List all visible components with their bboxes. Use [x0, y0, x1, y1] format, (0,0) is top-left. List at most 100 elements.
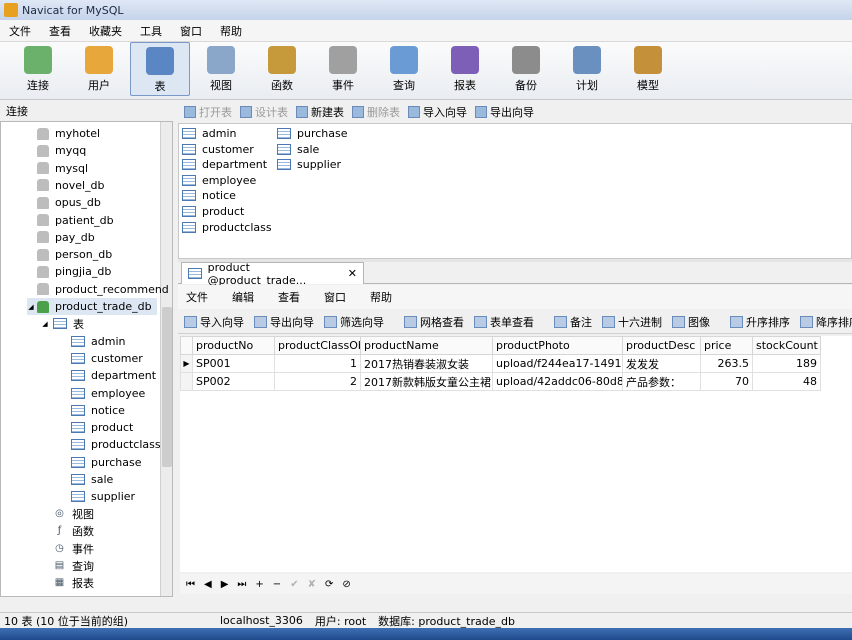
menu-help[interactable]: 帮助 — [211, 23, 251, 39]
tree-db-product-trade-db[interactable]: ◢ product_trade_db — [27, 298, 157, 315]
tree-node-query[interactable]: ▤ 查询 — [53, 558, 94, 575]
tree-node-view[interactable]: ◎ 视图 — [53, 506, 94, 523]
tree-table-sale[interactable]: sale — [71, 471, 113, 488]
toolbar-button-connection[interactable]: 连接 — [8, 42, 68, 96]
tree-db-myhotel[interactable]: myhotel — [37, 125, 100, 142]
grid-cell[interactable]: 70 — [700, 372, 753, 391]
table-row[interactable]: ▶ SP001 1 2017热销春装淑女装 upload/f244ea17-1491-4… — [180, 354, 821, 373]
toolbar-button-view[interactable]: 视图 — [191, 42, 251, 96]
data-grid[interactable]: productNo productClassObj productName produ… — [180, 336, 852, 572]
column-header-productDesc[interactable]: productDesc — [622, 336, 701, 355]
object-table-productclass[interactable]: productclass — [182, 220, 272, 235]
table-toolbar-button[interactable]: 网格查看 — [404, 314, 464, 330]
grid-cell[interactable]: 263.5 — [700, 354, 753, 373]
table-toolbar-button[interactable]: 升序排序 — [730, 314, 790, 330]
tree-tables-node[interactable]: ◢ 表 — [41, 315, 84, 332]
tree-table-notice[interactable]: notice — [71, 402, 125, 419]
toolbar-button-user[interactable]: 用户 — [69, 42, 129, 96]
refresh-icon[interactable]: ⟳ — [325, 579, 333, 590]
toolbar-button-table[interactable]: 表 — [130, 42, 190, 96]
data-table[interactable]: productNo productClassObj productName produ… — [180, 336, 821, 391]
object-table-notice[interactable]: notice — [182, 188, 236, 203]
tab-product[interactable]: product @product_trade... ✕ — [181, 261, 364, 287]
menu-favorites[interactable]: 收藏夹 — [80, 23, 131, 39]
expand-arrow-icon[interactable]: ◢ — [41, 318, 49, 330]
tree-scroll-thumb[interactable] — [162, 307, 172, 467]
object-toolbar-button[interactable]: 导出向导 — [475, 104, 534, 120]
menu-file[interactable]: 文件 — [0, 23, 40, 39]
tree-node-function[interactable]: ƒ 函数 — [53, 523, 94, 540]
add-record-icon[interactable]: + — [255, 579, 263, 590]
tree-table-admin[interactable]: admin — [71, 333, 125, 350]
grid-cell[interactable]: 2017新款韩版女童公主裙 — [360, 372, 493, 391]
grid-cell[interactable]: upload/f244ea17-1491-4 — [492, 354, 623, 373]
tree-db-person_db[interactable]: person_db — [37, 246, 112, 263]
grid-cell[interactable]: 48 — [752, 372, 821, 391]
toolbar-button-schedule[interactable]: 计划 — [557, 42, 617, 96]
table-menu-item[interactable]: 文件 — [186, 289, 208, 305]
tree-table-employee[interactable]: employee — [71, 385, 145, 402]
menu-window[interactable]: 窗口 — [171, 23, 211, 39]
tree-table-department[interactable]: department — [71, 367, 156, 384]
grid-cell[interactable]: 189 — [752, 354, 821, 373]
toolbar-button-model[interactable]: 模型 — [618, 42, 678, 96]
tree-db-myqq[interactable]: myqq — [37, 142, 86, 159]
expand-arrow-icon[interactable]: ◢ — [27, 301, 35, 313]
table-toolbar-button[interactable]: 导入向导 — [184, 314, 244, 330]
table-row[interactable]: SP002 2 2017新款韩版女童公主裙 upload/42addc06-80d8-… — [180, 372, 821, 391]
toolbar-button-query[interactable]: 查询 — [374, 42, 434, 96]
apply-changes-icon[interactable]: ✔ — [290, 579, 298, 590]
object-table-department[interactable]: department — [182, 157, 267, 172]
column-header-productName[interactable]: productName — [360, 336, 493, 355]
object-table-product[interactable]: product — [182, 204, 244, 219]
toolbar-button-report[interactable]: 报表 — [435, 42, 495, 96]
tree-db-patient_db[interactable]: patient_db — [37, 212, 114, 229]
last-record-icon[interactable]: ⏭ — [237, 579, 246, 590]
table-toolbar-button[interactable]: 十六进制 — [602, 314, 662, 330]
object-table-sale[interactable]: sale — [277, 142, 319, 157]
table-toolbar-button[interactable]: 降序排序 — [800, 314, 852, 330]
grid-cell[interactable]: 2 — [274, 372, 361, 391]
column-header-price[interactable]: price — [700, 336, 753, 355]
column-header-productClassObj[interactable]: productClassObj — [274, 336, 361, 355]
menu-tools[interactable]: 工具 — [131, 23, 171, 39]
table-toolbar-button[interactable]: 图像 — [672, 314, 710, 330]
prev-record-icon[interactable]: ◀ — [204, 579, 212, 590]
object-table-customer[interactable]: customer — [182, 142, 254, 157]
tree-db-opus_db[interactable]: opus_db — [37, 194, 101, 211]
tree-table-product[interactable]: product — [71, 419, 133, 436]
tree-db-pingjia_db[interactable]: pingjia_db — [37, 263, 111, 280]
table-toolbar-button[interactable]: 表单查看 — [474, 314, 534, 330]
table-menu-item[interactable]: 查看 — [278, 289, 300, 305]
close-icon[interactable]: ✕ — [348, 267, 357, 280]
table-menu-item[interactable]: 编辑 — [232, 289, 254, 305]
grid-cell[interactable]: 产品参数： — [622, 372, 701, 391]
next-record-icon[interactable]: ▶ — [221, 579, 229, 590]
tree-table-productclass[interactable]: productclass — [71, 436, 161, 453]
object-toolbar-button[interactable]: 导入向导 — [408, 104, 467, 120]
grid-cell[interactable]: 发发发 — [622, 354, 701, 373]
tree-node-report[interactable]: ▦ 报表 — [53, 575, 94, 592]
table-menu-item[interactable]: 帮助 — [370, 289, 392, 305]
first-record-icon[interactable]: ⏮ — [186, 579, 195, 590]
tree-db-mysql[interactable]: mysql — [37, 160, 88, 177]
object-table-purchase[interactable]: purchase — [277, 126, 348, 141]
tree-table-supplier[interactable]: supplier — [71, 488, 135, 505]
tree-table-customer[interactable]: customer — [71, 350, 143, 367]
cancel-changes-icon[interactable]: ✘ — [308, 579, 316, 590]
object-table-admin[interactable]: admin — [182, 126, 236, 141]
column-header-productPhoto[interactable]: productPhoto — [492, 336, 623, 355]
tree-table-purchase[interactable]: purchase — [71, 454, 142, 471]
tree-db-novel_db[interactable]: novel_db — [37, 177, 105, 194]
column-header-productNo[interactable]: productNo — [192, 336, 275, 355]
toolbar-button-function[interactable]: 函数 — [252, 42, 312, 96]
grid-cell[interactable]: 1 — [274, 354, 361, 373]
table-menu-item[interactable]: 窗口 — [324, 289, 346, 305]
table-toolbar-button[interactable]: 导出向导 — [254, 314, 314, 330]
object-table-employee[interactable]: employee — [182, 173, 256, 188]
grid-cell[interactable]: upload/42addc06-80d8-4 — [492, 372, 623, 391]
grid-cell[interactable]: SP002 — [192, 372, 275, 391]
table-toolbar-button[interactable]: 备注 — [554, 314, 592, 330]
tree-vertical-scrollbar[interactable] — [160, 122, 172, 596]
tree-db-pay_db[interactable]: pay_db — [37, 229, 95, 246]
